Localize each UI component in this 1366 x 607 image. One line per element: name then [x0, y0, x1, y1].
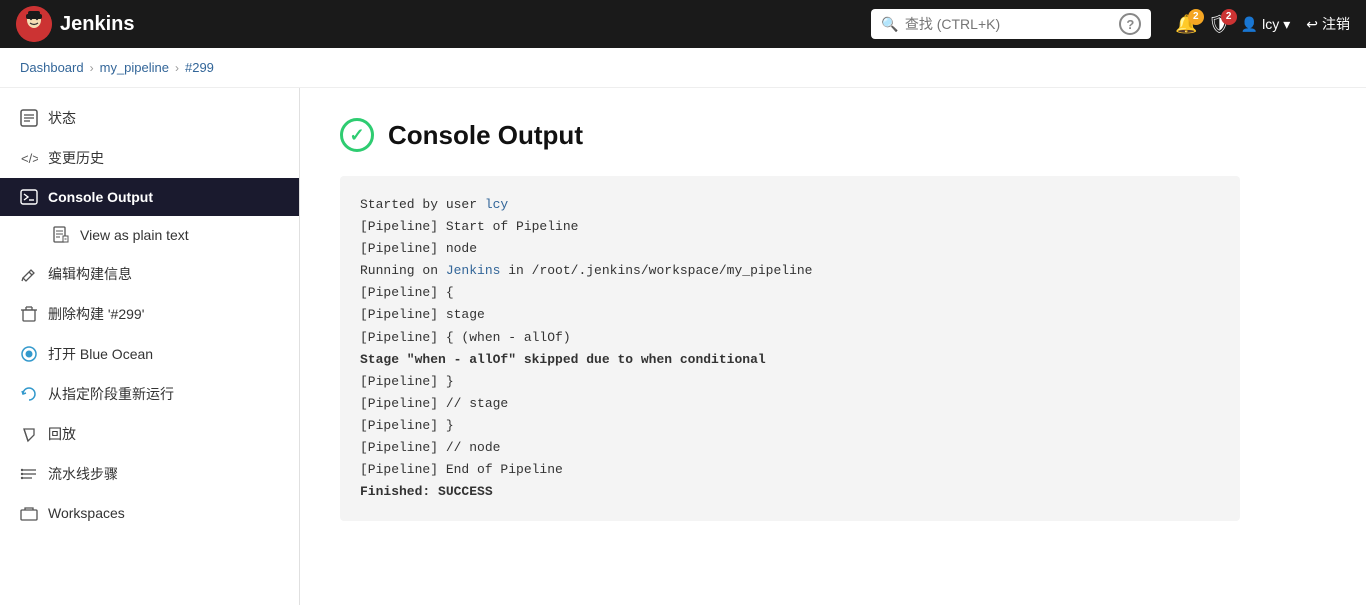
notification-badge: 2	[1188, 9, 1204, 25]
blue-ocean-icon	[20, 345, 38, 363]
console-icon	[20, 188, 38, 206]
user-avatar-icon: 👤	[1241, 16, 1258, 33]
logout-button[interactable]: ↩ 注销	[1306, 14, 1350, 34]
sidebar-label-status: 状态	[48, 108, 76, 128]
breadcrumb-build[interactable]: #299	[185, 60, 214, 75]
notification-bell[interactable]: 🔔 2	[1175, 14, 1197, 35]
console-output: Started by user lcy [Pipeline] Start of …	[340, 176, 1240, 521]
breadcrumb: Dashboard › my_pipeline › #299	[0, 48, 1366, 88]
sidebar-label-blue-ocean: 打开 Blue Ocean	[48, 344, 153, 364]
jenkins-link[interactable]: Jenkins	[446, 263, 501, 278]
user-menu[interactable]: 👤 lcy ▾	[1241, 16, 1291, 33]
search-bar[interactable]: 🔍 ?	[871, 9, 1151, 39]
console-line-9: [Pipeline] }	[360, 374, 454, 389]
user-name: lcy	[1262, 16, 1279, 32]
plain-text-icon	[52, 226, 70, 244]
svg-text:</>: </>	[21, 151, 38, 166]
security-icon[interactable]: 🛡 2	[1208, 14, 1231, 35]
console-line-13: [Pipeline] End of Pipeline	[360, 462, 563, 477]
sidebar-item-workspaces[interactable]: Workspaces	[0, 494, 299, 532]
pipeline-steps-icon	[20, 465, 38, 483]
restart-icon	[20, 385, 38, 403]
help-icon[interactable]: ?	[1119, 13, 1141, 35]
changes-icon: </>	[20, 149, 38, 167]
breadcrumb-sep-2: ›	[175, 61, 179, 75]
console-line-14: Finished: SUCCESS	[360, 484, 493, 499]
user-link[interactable]: lcy	[485, 197, 508, 212]
logout-icon: ↩	[1306, 16, 1318, 33]
sidebar-label-pipeline-steps: 流水线步骤	[48, 464, 118, 484]
sidebar-label-workspaces: Workspaces	[48, 505, 125, 521]
sidebar-label-changes: 变更历史	[48, 148, 104, 168]
console-line-2: [Pipeline] Start of Pipeline	[360, 219, 578, 234]
breadcrumb-dashboard[interactable]: Dashboard	[20, 60, 84, 75]
breadcrumb-pipeline[interactable]: my_pipeline	[100, 60, 169, 75]
sidebar-item-edit-build[interactable]: 编辑构建信息	[0, 254, 299, 294]
search-icon: 🔍	[881, 16, 898, 33]
console-line-8: Stage "when - allOf" skipped due to when…	[360, 352, 766, 367]
jenkins-logo-icon	[16, 6, 52, 42]
delete-icon	[20, 305, 38, 323]
sidebar-label-edit-build: 编辑构建信息	[48, 264, 132, 284]
sidebar-item-delete-build[interactable]: 删除构建 '#299'	[0, 294, 299, 334]
console-line-4: Running on Jenkins in /root/.jenkins/wor…	[360, 263, 813, 278]
console-line-11: [Pipeline] }	[360, 418, 454, 433]
workspaces-icon	[20, 504, 38, 522]
sidebar-item-restart-stage[interactable]: 从指定阶段重新运行	[0, 374, 299, 414]
sidebar-item-plain-text[interactable]: View as plain text	[0, 216, 299, 254]
logout-label: 注销	[1322, 14, 1350, 34]
console-line-12: [Pipeline] // node	[360, 440, 500, 455]
sidebar-item-console[interactable]: Console Output	[0, 178, 299, 216]
sidebar-label-restart-stage: 从指定阶段重新运行	[48, 384, 174, 404]
header-icons: 🔔 2 🛡 2 👤 lcy ▾ ↩ 注销	[1175, 14, 1350, 35]
sidebar-item-replay[interactable]: 回放	[0, 414, 299, 454]
success-icon: ✓	[340, 118, 374, 152]
page-title: Console Output	[388, 120, 583, 151]
app-header: Jenkins 🔍 ? 🔔 2 🛡 2 👤 lcy ▾ ↩ 注销	[0, 0, 1366, 48]
sidebar-label-delete-build: 删除构建 '#299'	[48, 304, 144, 324]
edit-build-icon	[20, 265, 38, 283]
console-line-10: [Pipeline] // stage	[360, 396, 508, 411]
console-line-3: [Pipeline] node	[360, 241, 477, 256]
console-line-5: [Pipeline] {	[360, 285, 454, 300]
sidebar-item-changes[interactable]: </> 变更历史	[0, 138, 299, 178]
console-line-7: [Pipeline] { (when - allOf)	[360, 330, 571, 345]
sidebar: 状态 </> 变更历史 Console Output View as plain…	[0, 88, 300, 605]
page-layout: 状态 </> 变更历史 Console Output View as plain…	[0, 88, 1366, 605]
security-badge: 2	[1221, 9, 1237, 25]
jenkins-title: Jenkins	[60, 13, 134, 36]
user-chevron-icon: ▾	[1283, 16, 1290, 33]
status-icon	[20, 109, 38, 127]
sidebar-label-plain-text: View as plain text	[80, 227, 189, 243]
replay-icon	[20, 425, 38, 443]
sidebar-label-console: Console Output	[48, 189, 153, 205]
search-input[interactable]	[905, 16, 1108, 32]
console-line-6: [Pipeline] stage	[360, 307, 485, 322]
sidebar-item-status[interactable]: 状态	[0, 98, 299, 138]
console-line-1: Started by user lcy	[360, 197, 508, 212]
sidebar-item-blue-ocean[interactable]: 打开 Blue Ocean	[0, 334, 299, 374]
jenkins-logo-link[interactable]: Jenkins	[16, 6, 134, 42]
sidebar-item-pipeline-steps[interactable]: 流水线步骤	[0, 454, 299, 494]
breadcrumb-sep-1: ›	[90, 61, 94, 75]
page-title-row: ✓ Console Output	[340, 118, 1326, 152]
sidebar-label-replay: 回放	[48, 424, 76, 444]
main-content: ✓ Console Output Started by user lcy [Pi…	[300, 88, 1366, 605]
